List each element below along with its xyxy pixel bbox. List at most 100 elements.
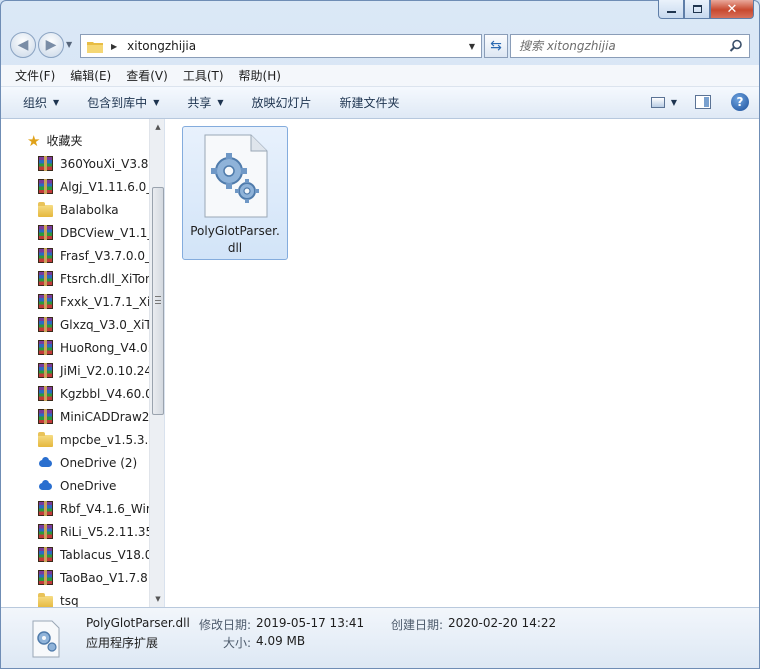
- command-bar: 组织 ▼ 包含到库中 ▼ 共享 ▼ 放映幻灯片 新建文件夹 ▼ ?: [1, 87, 759, 119]
- nav-item-label: mpcbe_v1.5.3.4: [60, 432, 151, 447]
- breadcrumb-chevron-icon[interactable]: ▶: [111, 42, 117, 51]
- nav-item[interactable]: Tablacus_V18.0: [1, 543, 151, 566]
- menu-tools[interactable]: 工具(T): [183, 67, 224, 84]
- recent-pages-dropdown[interactable]: ▼: [66, 40, 72, 49]
- nav-item-label: Algj_V1.11.6.0_X: [60, 179, 151, 194]
- nav-item[interactable]: 360YouXi_V3.8.7: [1, 152, 151, 175]
- nav-item-label: Glxzq_V3.0_XiTo: [60, 317, 151, 332]
- menu-file[interactable]: 文件(F): [15, 67, 55, 84]
- new-folder-label: 新建文件夹: [339, 96, 400, 110]
- forward-arrow-icon: ▶: [45, 37, 57, 53]
- file-name-label: PolyGlotParser. dll: [183, 223, 287, 257]
- archive-icon: [38, 409, 53, 424]
- include-in-library-label: 包含到库中: [87, 96, 148, 110]
- nav-item[interactable]: OneDrive (2): [1, 451, 151, 474]
- chevron-down-icon: ▼: [53, 98, 60, 107]
- nav-item[interactable]: MiniCADDraw20: [1, 405, 151, 428]
- nav-item[interactable]: Balabolka: [1, 198, 151, 221]
- cloud-icon: [38, 455, 53, 470]
- nav-item[interactable]: Kgzbbl_V4.60.0: [1, 382, 151, 405]
- address-dropdown-icon[interactable]: ▼: [469, 42, 475, 51]
- size-value: 4.09 MB: [256, 634, 306, 648]
- search-box[interactable]: [510, 34, 750, 58]
- nav-item[interactable]: Rbf_V4.1.6_Win8: [1, 497, 151, 520]
- nav-item-label: 360YouXi_V3.8.7: [60, 156, 151, 171]
- details-filename: PolyGlotParser.dll: [86, 616, 190, 630]
- nav-item[interactable]: tsq: [1, 589, 151, 607]
- archive-icon: [38, 248, 53, 263]
- preview-pane-icon[interactable]: [695, 95, 711, 109]
- archive-icon: [38, 386, 53, 401]
- menu-view[interactable]: 查看(V): [126, 67, 168, 84]
- help-icon[interactable]: ?: [731, 93, 749, 111]
- size-label: 大小:: [223, 636, 252, 650]
- nav-item[interactable]: OneDrive: [1, 474, 151, 497]
- archive-icon: [38, 340, 53, 355]
- nav-item-label: Rbf_V4.1.6_Win8: [60, 501, 151, 516]
- nav-item-label: tsq: [60, 593, 79, 608]
- file-item-selected[interactable]: PolyGlotParser. dll: [182, 126, 288, 260]
- maximize-button[interactable]: [684, 0, 710, 19]
- nav-item-label: Ftsrch.dll_XiTon: [60, 271, 151, 286]
- new-folder-button[interactable]: 新建文件夹: [340, 94, 400, 111]
- file-list-pane: PolyGlotParser. dll: [166, 119, 759, 607]
- scroll-up-icon[interactable]: ▲: [150, 119, 164, 135]
- nav-item[interactable]: RiLi_V5.2.11.354: [1, 520, 151, 543]
- details-filetype: 应用程序扩展: [86, 636, 159, 650]
- nav-item[interactable]: DBCView_V1.1_: [1, 221, 151, 244]
- nav-item[interactable]: mpcbe_v1.5.3.4: [1, 428, 151, 451]
- menu-edit[interactable]: 编辑(E): [70, 67, 111, 84]
- nav-item-label: Kgzbbl_V4.60.0: [60, 386, 151, 401]
- forward-button[interactable]: ▶: [38, 32, 64, 58]
- created-date-value: 2020-02-20 14:22: [448, 616, 557, 630]
- slideshow-button[interactable]: 放映幻灯片: [252, 94, 312, 111]
- nav-item[interactable]: Fxxk_V1.7.1_XiT: [1, 290, 151, 313]
- details-pane: PolyGlotParser.dll 应用程序扩展 修改日期: 2019-05-…: [1, 607, 759, 668]
- nav-item[interactable]: Glxzq_V3.0_XiTo: [1, 313, 151, 336]
- archive-icon: [38, 294, 53, 309]
- file-name-line1: PolyGlotParser.: [190, 224, 280, 238]
- nav-item-label: MiniCADDraw20: [60, 409, 151, 424]
- search-icon[interactable]: [729, 39, 743, 53]
- nav-scrollbar[interactable]: ▲ ▼: [149, 119, 164, 607]
- nav-item[interactable]: Ftsrch.dll_XiTon: [1, 267, 151, 290]
- folder-icon: [38, 431, 53, 447]
- share-button[interactable]: 共享 ▼: [187, 94, 223, 111]
- close-button[interactable]: ✕: [710, 0, 754, 19]
- nav-item-label: HuoRong_V4.0.: [60, 340, 151, 355]
- caption-buttons: ✕: [658, 0, 754, 20]
- nav-item[interactable]: Frasf_V3.7.0.0_X: [1, 244, 151, 267]
- nav-item[interactable]: TaoBao_V1.7.8.: [1, 566, 151, 589]
- scroll-thumb[interactable]: [152, 187, 164, 415]
- modified-date-label: 修改日期:: [199, 618, 252, 632]
- file-name-line2: dll: [227, 241, 243, 255]
- close-icon: ✕: [726, 1, 738, 17]
- view-options-dropdown[interactable]: ▼: [671, 98, 677, 107]
- nav-item[interactable]: Algj_V1.11.6.0_X: [1, 175, 151, 198]
- favorites-label: 收藏夹: [46, 134, 83, 148]
- chevron-down-icon: ▼: [153, 98, 160, 107]
- include-in-library-button[interactable]: 包含到库中 ▼: [87, 94, 159, 111]
- minimize-button[interactable]: [658, 0, 684, 19]
- change-view-icon[interactable]: [650, 96, 665, 108]
- navigation-pane: ★ 收藏夹 360YouXi_V3.8.7 Algj_V1.11.6.0_X Bal…: [1, 119, 165, 607]
- dll-file-icon: [204, 134, 268, 218]
- search-input[interactable]: [519, 39, 719, 53]
- share-label: 共享: [187, 96, 212, 110]
- nav-item[interactable]: JiMi_V2.0.10.24_: [1, 359, 151, 382]
- scroll-down-icon[interactable]: ▼: [150, 591, 164, 607]
- archive-icon: [38, 225, 53, 240]
- nav-item-label: Balabolka: [60, 202, 119, 217]
- organize-button[interactable]: 组织 ▼: [23, 94, 59, 111]
- nav-item[interactable]: HuoRong_V4.0.: [1, 336, 151, 359]
- nav-item-label: OneDrive: [60, 478, 117, 493]
- organize-label: 组织: [23, 96, 48, 110]
- refresh-button[interactable]: ⇆: [484, 34, 508, 58]
- address-bar[interactable]: ▶ xitongzhijia ▼: [80, 34, 482, 58]
- favorites-node[interactable]: ★ 收藏夹: [1, 129, 151, 152]
- address-path[interactable]: xitongzhijia: [127, 39, 196, 53]
- archive-icon: [38, 271, 53, 286]
- menu-help[interactable]: 帮助(H): [239, 67, 281, 84]
- back-button[interactable]: ◀: [10, 32, 36, 58]
- nav-item-label: Fxxk_V1.7.1_XiT: [60, 294, 151, 309]
